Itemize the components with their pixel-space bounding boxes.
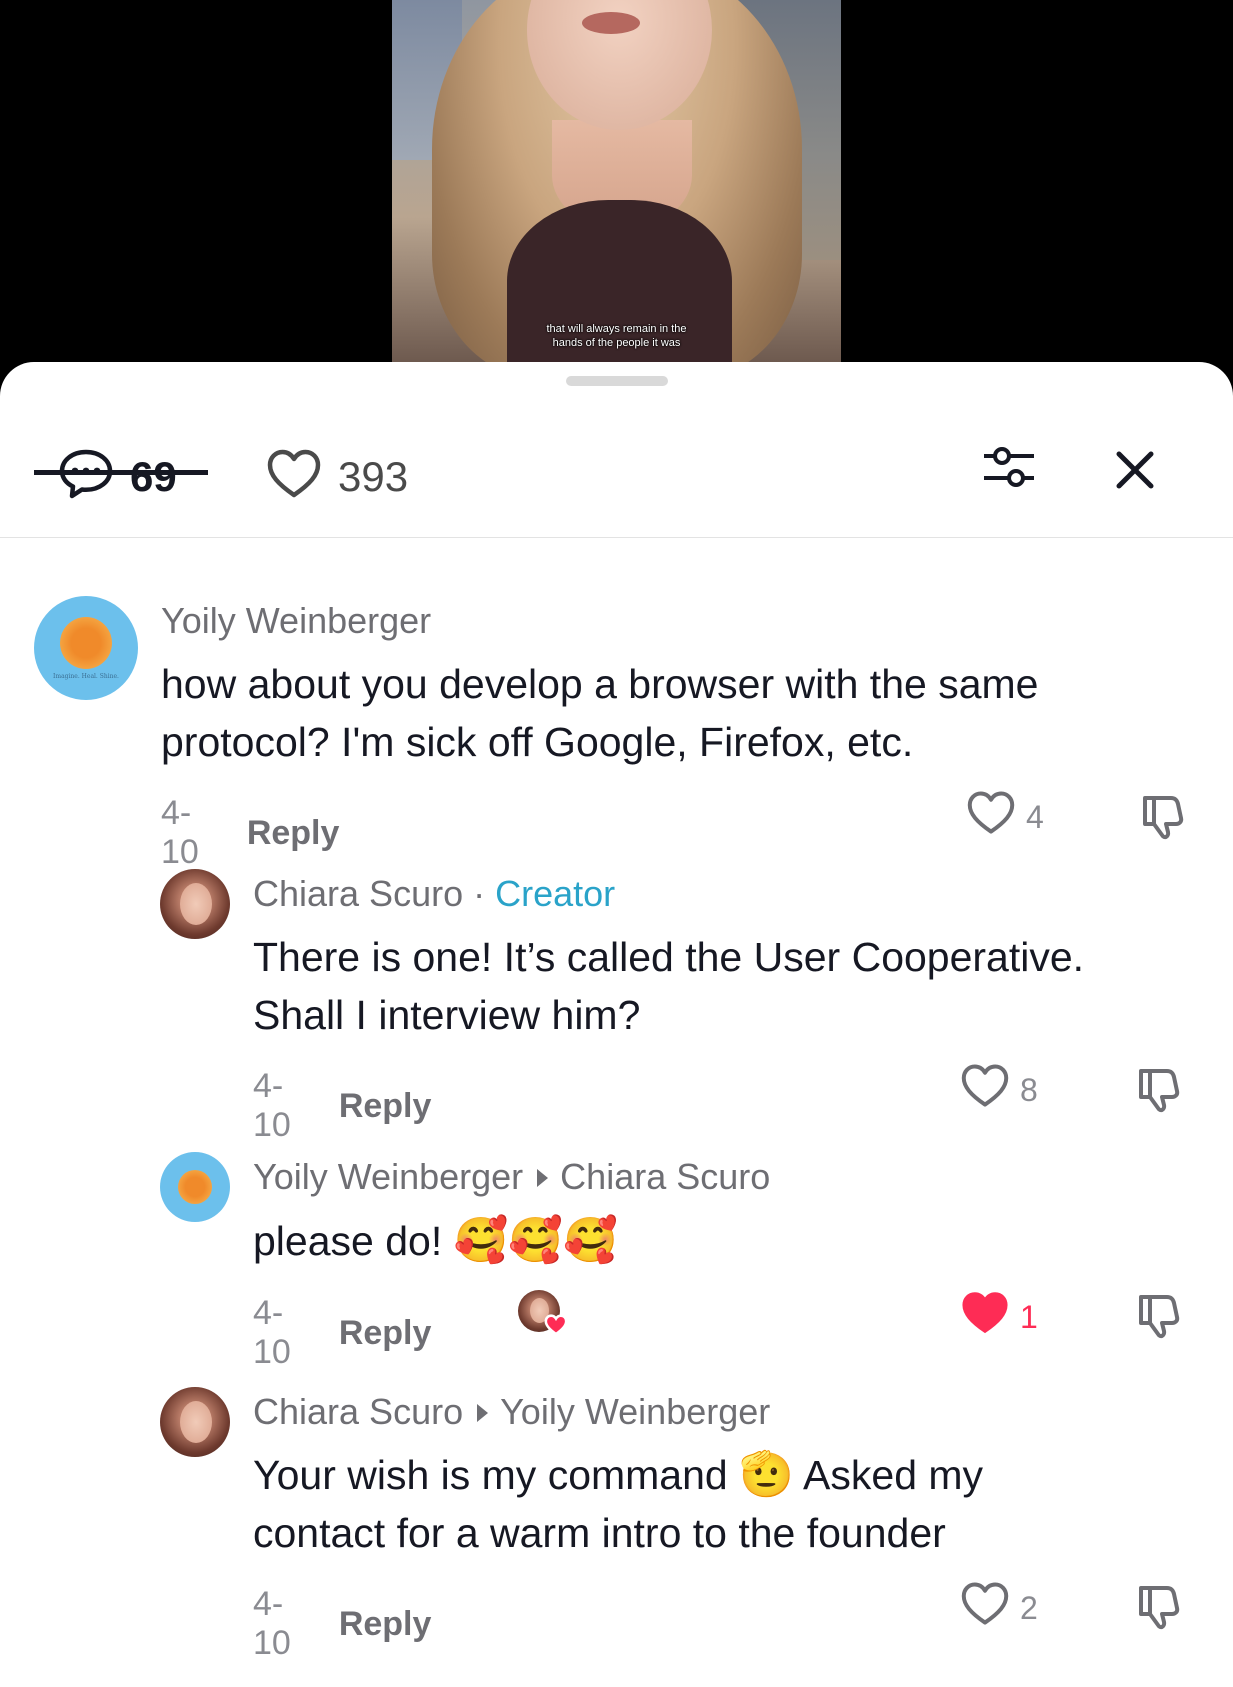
comment-date: 4-10 <box>253 1294 291 1371</box>
like-count: 4 <box>1026 798 1044 835</box>
video-caption-line: that will always remain in the <box>546 323 687 335</box>
comment-author[interactable]: Yoily Weinberger <box>253 1156 523 1197</box>
reply-button[interactable]: Reply <box>247 814 340 853</box>
comment-date: 4-10 <box>253 1067 291 1144</box>
author-separator: · <box>473 873 486 914</box>
sun-logo-icon <box>178 1170 212 1204</box>
comment-author-line: Chiara Scuro · Creator <box>253 873 615 915</box>
comment-meta: 4-10 Reply <box>253 1585 431 1663</box>
reply-button[interactable]: Reply <box>339 1605 432 1644</box>
tab-comments[interactable]: 69 <box>58 448 177 505</box>
comment-text-segment: Your wish is my command <box>253 1452 728 1498</box>
video-frame[interactable]: that will always remain in the hands of … <box>392 0 841 362</box>
avatar-tagline: Imagine. Heal. Shine. <box>53 672 119 680</box>
saluting-face-emoji: 🫡 <box>739 1450 794 1499</box>
tabs-divider <box>0 537 1233 538</box>
like-count: 1 <box>1020 1298 1038 1335</box>
comment-text-line: There is one! It’s called the User Coope… <box>253 934 1085 980</box>
like-button[interactable]: 2 <box>960 1581 1038 1635</box>
heart-outline-icon <box>966 790 1016 844</box>
avatar[interactable] <box>160 869 230 939</box>
like-count: 2 <box>1020 1589 1038 1626</box>
comment-date: 4-10 <box>253 1585 291 1662</box>
reply-button[interactable]: Reply <box>339 1314 432 1353</box>
comment-author[interactable]: Yoily Weinberger <box>161 600 431 642</box>
dislike-button[interactable] <box>1137 792 1187 842</box>
comment-text: There is one! It’s called the User Coope… <box>253 928 1213 1044</box>
thumbs-down-icon <box>1133 1295 1183 1345</box>
heart-outline-icon <box>960 1581 1010 1635</box>
like-count: 8 <box>1020 1071 1038 1108</box>
avatar[interactable] <box>160 1152 230 1222</box>
comment-meta: 4-10 Reply <box>253 1067 431 1145</box>
like-button[interactable]: 4 <box>966 790 1044 844</box>
comment-text-line: how about you develop a browser with the… <box>161 661 1039 707</box>
comment-text-line: protocol? I'm sick off Google, Firefox, … <box>161 719 914 765</box>
dislike-button[interactable] <box>1133 1291 1183 1341</box>
dislike-button[interactable] <box>1133 1065 1183 1115</box>
comment-author-line: Yoily Weinberger Chiara Scuro <box>253 1156 770 1198</box>
comment-author[interactable]: Chiara Scuro <box>253 1391 463 1432</box>
close-icon <box>1110 451 1160 499</box>
heart-outline-icon <box>266 448 322 505</box>
reply-arrow-icon <box>477 1403 489 1422</box>
comment-meta: 4-10 Reply <box>253 1294 431 1372</box>
filter-button[interactable] <box>980 442 1038 492</box>
comment-text-line: contact for a warm intro to the founder <box>253 1510 946 1556</box>
thumbs-down-icon <box>1133 1586 1183 1636</box>
sliders-icon <box>980 447 1038 496</box>
comment-date: 4-10 <box>161 794 199 871</box>
creator-liked-indicator <box>518 1290 568 1336</box>
like-button[interactable]: 1 <box>960 1290 1038 1344</box>
close-button[interactable] <box>1110 445 1160 495</box>
smiling-hearts-emoji: 🥰🥰🥰 <box>453 1216 618 1265</box>
avatar-face <box>180 1401 212 1443</box>
avatar-face <box>180 883 212 925</box>
heart-filled-icon <box>544 1314 568 1341</box>
comment-author-line: Chiara Scuro Yoily Weinberger <box>253 1391 770 1433</box>
comment-text: Your wish is my command 🫡 Asked my conta… <box>253 1446 1213 1562</box>
active-tab-indicator <box>34 470 208 475</box>
dislike-button[interactable] <box>1133 1582 1183 1632</box>
video-player[interactable]: that will always remain in the hands of … <box>0 0 1233 380</box>
heart-outline-icon <box>960 1063 1010 1117</box>
tab-likes[interactable]: 393 <box>266 448 408 505</box>
comment-text: please do! 🥰🥰🥰 <box>253 1212 1213 1270</box>
avatar[interactable] <box>160 1387 230 1457</box>
reply-to-user[interactable]: Yoily Weinberger <box>500 1391 770 1432</box>
comment-meta: 4-10 Reply <box>161 794 339 872</box>
video-subject-mouth <box>582 12 640 34</box>
comment-text-line: Shall I interview him? <box>253 992 641 1038</box>
reply-arrow-icon <box>537 1168 549 1187</box>
comment-text-line: please do! <box>253 1218 443 1264</box>
like-button[interactable]: 8 <box>960 1063 1038 1117</box>
comment-text-segment: Asked my <box>803 1452 984 1498</box>
reply-button[interactable]: Reply <box>339 1087 432 1126</box>
comment-text-line: Your wish is my command 🫡 Asked my <box>253 1446 1213 1504</box>
creator-badge: Creator <box>495 873 616 914</box>
heart-filled-icon <box>960 1290 1010 1344</box>
comment-bubble-icon <box>58 448 114 505</box>
video-caption: that will always remain in the hands of … <box>392 322 841 350</box>
reply-to-user[interactable]: Chiara Scuro <box>560 1156 770 1197</box>
thumbs-down-icon <box>1133 1069 1183 1119</box>
likes-count: 393 <box>338 452 409 500</box>
avatar[interactable]: Imagine. Heal. Shine. <box>34 596 138 700</box>
comment-text: how about you develop a browser with the… <box>161 655 1181 771</box>
thumbs-down-icon <box>1137 796 1187 846</box>
comments-count: 69 <box>130 452 177 500</box>
drag-handle[interactable] <box>566 376 668 386</box>
video-caption-line: hands of the people it was <box>552 337 681 349</box>
sun-logo-icon <box>60 616 112 669</box>
comment-author[interactable]: Chiara Scuro <box>253 873 463 914</box>
